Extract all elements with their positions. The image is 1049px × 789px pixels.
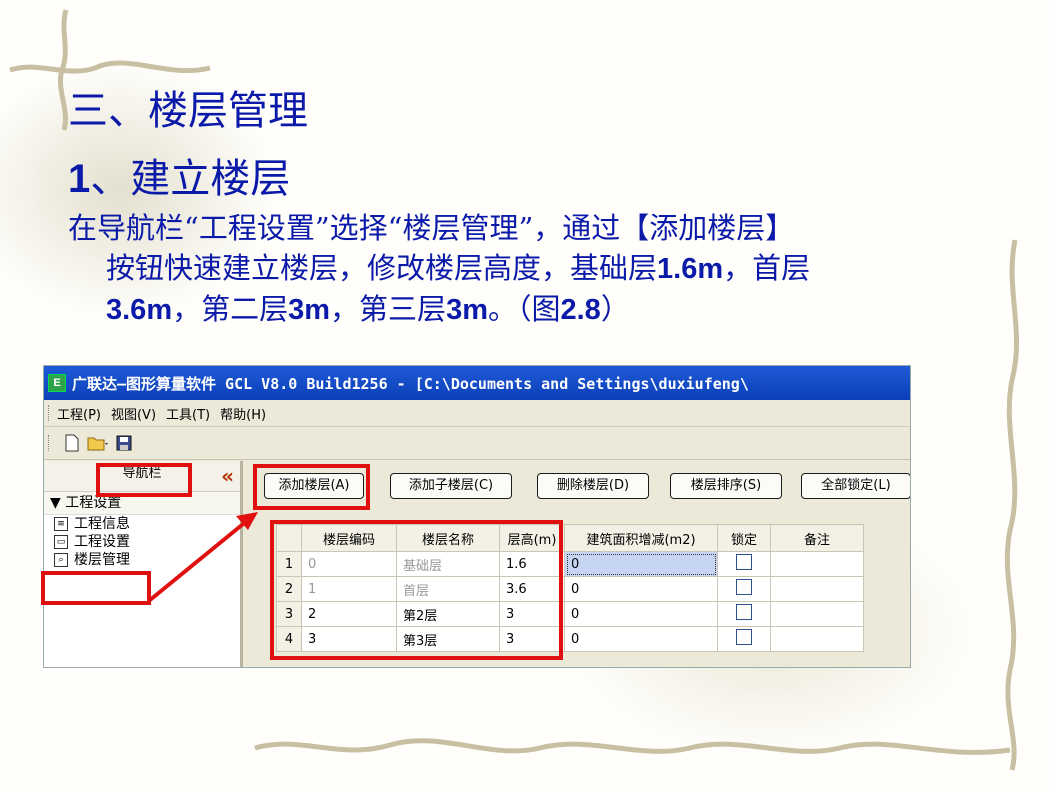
slide: 三、楼层管理 1、建立楼层 在导航栏“工程设置”选择“楼层管理”，通过【添加楼层… <box>0 0 1049 789</box>
pointer-arrow <box>148 512 258 602</box>
